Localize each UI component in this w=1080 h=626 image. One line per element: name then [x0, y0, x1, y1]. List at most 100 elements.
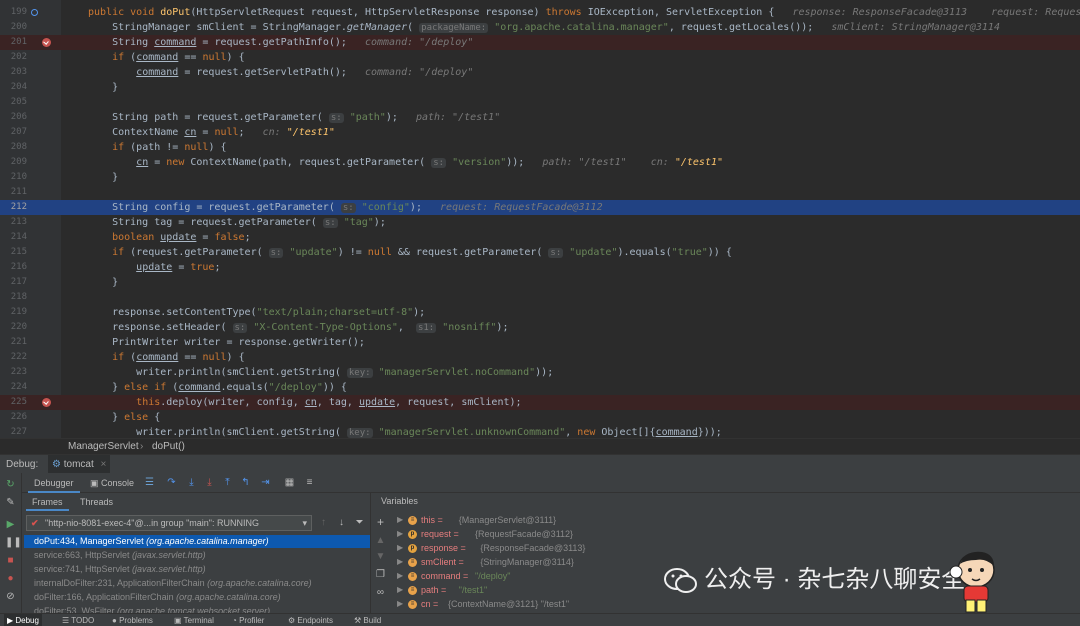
code-line[interactable]: 219 response.setContentType("text/plain;… [0, 305, 1080, 320]
variable-row[interactable]: ▶ ≡ this = {ManagerServlet@3111} [397, 513, 1077, 527]
arrow-up-icon[interactable]: ↑ [318, 517, 329, 528]
line-number: 204 [10, 82, 27, 92]
code-line[interactable]: 223 writer.println(smClient.getString( k… [0, 365, 1080, 380]
code-line[interactable]: 208 if (path != null) { [0, 140, 1080, 155]
line-number: 214 [10, 232, 27, 242]
move-up-icon[interactable]: ▲ [375, 535, 386, 546]
code-line[interactable]: 214 boolean update = false; [0, 230, 1080, 245]
expand-arrow-icon[interactable]: ▶ [397, 541, 403, 555]
tab-tomcat-session[interactable]: ⚙ tomcat × [48, 455, 111, 474]
line-number: 215 [10, 247, 27, 257]
expand-arrow-icon[interactable]: ▶ [397, 569, 403, 583]
run-to-cursor-icon[interactable]: ⇥ [260, 477, 271, 488]
add-watch-icon[interactable]: + [375, 516, 386, 528]
evaluate-expression-icon[interactable]: ▦ [284, 477, 295, 488]
stack-frame-row[interactable]: doPut:434, ManagerServlet (org.apache.ca… [24, 535, 370, 548]
expand-arrow-icon[interactable]: ▶ [397, 597, 403, 611]
status-debug-tab[interactable]: ▶ Debug [4, 614, 42, 626]
glasses-icon[interactable]: ∞ [375, 587, 386, 598]
expand-arrow-icon[interactable]: ▶ [397, 555, 403, 569]
code-line[interactable]: 212 String config = request.getParameter… [0, 200, 1080, 215]
code-line[interactable]: 211 [0, 185, 1080, 200]
stack-frame-row[interactable]: doFilter:166, ApplicationFilterChain (or… [24, 591, 370, 604]
line-number: 219 [10, 307, 27, 317]
tab-debugger[interactable]: Debugger [28, 473, 80, 493]
step-out-icon[interactable]: ⤒ [222, 477, 233, 488]
code-line[interactable]: 220 response.setHeader( s: "X-Content-Ty… [0, 320, 1080, 335]
breakpoint-icon[interactable] [42, 398, 51, 407]
wrench-icon[interactable]: ✎ [5, 497, 16, 508]
thread-selector[interactable]: ✔ "http-nio-8081-exec-4"@...in group "ma… [26, 515, 312, 531]
code-editor[interactable]: 199 public void doPut(HttpServletRequest … [0, 0, 1080, 438]
resume-icon[interactable]: ▶ [5, 519, 16, 530]
tab-threads[interactable]: Threads [74, 493, 119, 511]
code-line[interactable]: 205 [0, 95, 1080, 110]
force-step-into-icon[interactable]: ⤓ [204, 477, 215, 488]
mute-breakpoints-icon[interactable]: ⊘ [5, 591, 16, 602]
code-line[interactable]: 200 StringManager smClient = StringManag… [0, 20, 1080, 35]
code-line[interactable]: 209 cn = new ContextName(path, request.g… [0, 155, 1080, 170]
tab-frames[interactable]: Frames [26, 493, 69, 511]
breadcrumb-class[interactable]: ManagerServlet [68, 439, 139, 455]
expand-arrow-icon[interactable]: ▶ [397, 513, 403, 527]
settings-icon[interactable]: ≡ [304, 477, 315, 488]
drop-frame-icon[interactable]: ↰ [240, 477, 251, 488]
code-line[interactable]: 227 writer.println(smClient.getString( k… [0, 425, 1080, 438]
code-text: this.deploy(writer, config, cn, tag, upd… [136, 397, 522, 408]
code-line[interactable]: 221 PrintWriter writer = response.getWri… [0, 335, 1080, 350]
override-method-icon[interactable] [31, 9, 38, 16]
rerun-icon[interactable]: ↻ [5, 479, 16, 490]
expand-arrow-icon[interactable]: ▶ [397, 527, 403, 541]
status-problems-tab[interactable]: ● Problems [112, 614, 153, 626]
code-line[interactable]: 202 if (command == null) { [0, 50, 1080, 65]
status-profiler-tab[interactable]: ◔ Profiler [232, 614, 264, 626]
line-number: 205 [10, 97, 27, 107]
move-down-icon[interactable]: ▼ [375, 551, 386, 562]
status-endpoints-tab[interactable]: ⚙ Endpoints [288, 614, 333, 626]
code-line[interactable]: 226 } else { [0, 410, 1080, 425]
copy-icon[interactable]: ❐ [375, 569, 386, 580]
code-line[interactable]: 222 if (command == null) { [0, 350, 1080, 365]
code-line[interactable]: 216 update = true; [0, 260, 1080, 275]
code-text: response.setContentType("text/plain;char… [88, 307, 426, 318]
breadcrumb: ManagerServlet › doPut() [0, 438, 1080, 454]
step-into-icon[interactable]: ⤓ [186, 477, 197, 488]
code-text: command = request.getServletPath(); comm… [136, 67, 474, 78]
status-terminal-tab[interactable]: ▣ Terminal [174, 614, 214, 626]
code-line[interactable]: 210 } [0, 170, 1080, 185]
code-line[interactable]: 206 String path = request.getParameter( … [0, 110, 1080, 125]
code-text: if (path != null) { [112, 142, 227, 153]
line-number: 208 [10, 142, 27, 152]
filter-icon[interactable]: ⏷ [354, 517, 365, 528]
field-icon: ≡ [408, 600, 417, 609]
status-todo-tab[interactable]: ☰ TODO [62, 614, 94, 626]
view-breakpoints-icon[interactable]: ● [5, 573, 16, 584]
stop-icon[interactable]: ■ [5, 555, 16, 566]
code-line[interactable]: 215 if (request.getParameter( s: "update… [0, 245, 1080, 260]
tomcat-icon: ⚙ [52, 459, 64, 470]
code-line[interactable]: 207 ContextName cn = null; cn: "/test1" [0, 125, 1080, 140]
breakpoint-icon[interactable] [42, 38, 51, 47]
variable-row[interactable]: ▶ p request = {RequestFacade@3112} [397, 527, 1077, 541]
layout-icon[interactable]: ☰ [144, 477, 155, 488]
code-line[interactable]: 204 } [0, 80, 1080, 95]
step-over-icon[interactable]: ↷ [166, 477, 177, 488]
stack-frame-row[interactable]: internalDoFilter:231, ApplicationFilterC… [24, 577, 370, 590]
stack-frame-row[interactable]: service:741, HttpServlet (javax.servlet.… [24, 563, 370, 576]
stack-frame-row[interactable]: service:663, HttpServlet (javax.servlet.… [24, 549, 370, 562]
code-line[interactable]: 218 [0, 290, 1080, 305]
code-line[interactable]: 225 this.deploy(writer, config, cn, tag,… [0, 395, 1080, 410]
tab-console[interactable]: ▣ Console [84, 473, 140, 493]
code-line[interactable]: 217 } [0, 275, 1080, 290]
close-icon[interactable]: × [101, 459, 107, 470]
status-build-tab[interactable]: ⚒ Build [354, 614, 381, 626]
code-line[interactable]: 199 public void doPut(HttpServletRequest … [0, 5, 1080, 20]
breadcrumb-method[interactable]: doPut() [152, 439, 185, 455]
pause-icon[interactable]: ❚❚ [5, 537, 22, 548]
arrow-down-icon[interactable]: ↓ [336, 517, 347, 528]
code-line[interactable]: 201 String command = request.getPathInfo… [0, 35, 1080, 50]
code-line[interactable]: 203 command = request.getServletPath(); … [0, 65, 1080, 80]
code-line[interactable]: 224 } else if (command.equals("/deploy")… [0, 380, 1080, 395]
code-line[interactable]: 213 String tag = request.getParameter( s… [0, 215, 1080, 230]
expand-arrow-icon[interactable]: ▶ [397, 583, 403, 597]
